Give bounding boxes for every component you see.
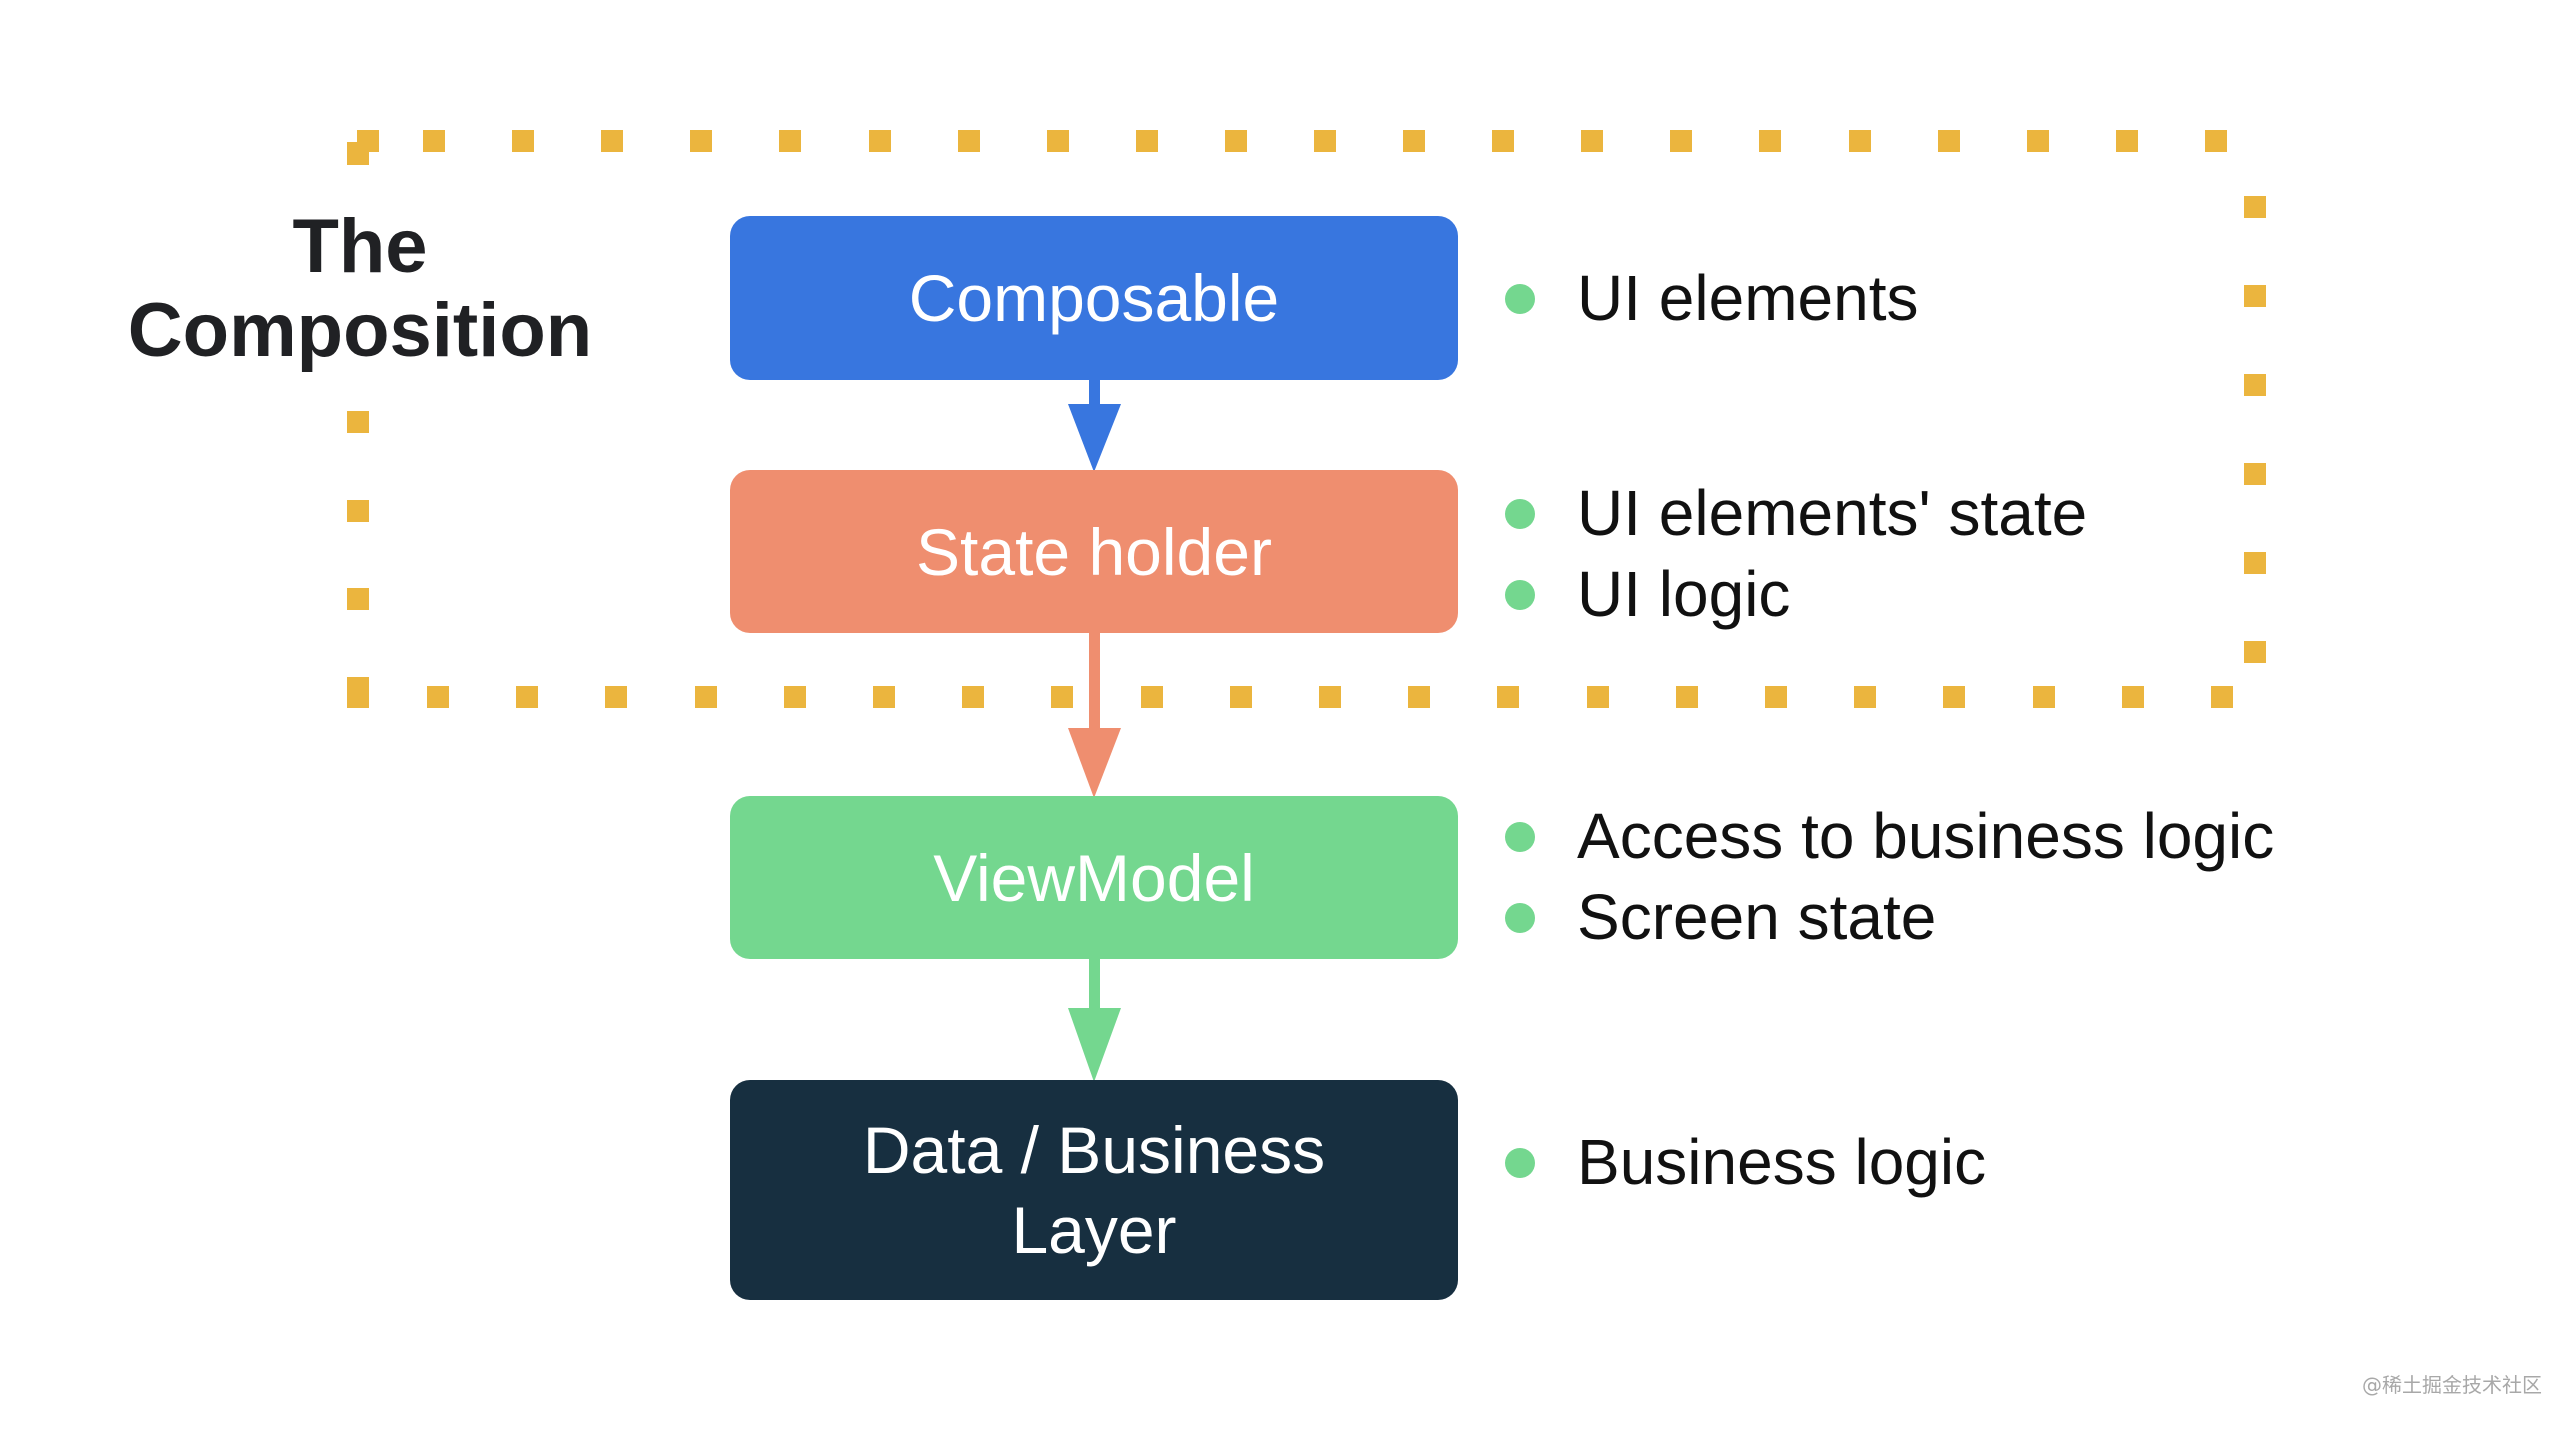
border-dot — [1225, 130, 1247, 152]
border-dot — [2244, 463, 2266, 485]
border-dot — [512, 130, 534, 152]
bullet-text: UI logic — [1577, 558, 1791, 630]
bullet-item: UI elements' state — [1505, 473, 2087, 554]
viewmodel-bullets: Access to business logic Screen state — [1505, 796, 2274, 958]
border-dot — [1136, 130, 1158, 152]
arrow-composable-to-state-holder — [1068, 378, 1121, 472]
border-dot — [2116, 130, 2138, 152]
border-dot — [695, 686, 717, 708]
border-dot — [2205, 130, 2227, 152]
bullet-text: Business logic — [1577, 1126, 1987, 1198]
bullet-text: UI elements — [1577, 262, 1919, 334]
bullet-dot-icon — [1505, 498, 1535, 529]
arrow-head — [1068, 728, 1121, 798]
bullet-dot-icon — [1505, 821, 1535, 852]
bullet-text: Screen state — [1577, 881, 1937, 953]
border-dot — [958, 130, 980, 152]
border-dot — [2244, 641, 2266, 663]
bullet-dot-icon — [1505, 902, 1535, 933]
border-dot — [347, 588, 369, 610]
border-dot — [779, 130, 801, 152]
border-dot — [1587, 686, 1609, 708]
border-dot — [423, 130, 445, 152]
border-dot — [1230, 686, 1252, 708]
arrow-head — [1068, 404, 1121, 472]
bullet-text: UI elements' state — [1577, 477, 2088, 549]
bullet-item: Screen state — [1505, 877, 2274, 958]
border-dot — [1497, 686, 1519, 708]
border-dot — [1943, 686, 1965, 708]
border-dot — [1676, 686, 1698, 708]
border-dot — [427, 686, 449, 708]
bullet-item: UI logic — [1505, 554, 2087, 635]
data-business-layer-label-line-2: Layer — [1011, 1193, 1177, 1267]
bullet-item: Access to business logic — [1505, 796, 2274, 877]
state-holder-label: State holder — [916, 514, 1272, 589]
border-dot — [1670, 130, 1692, 152]
border-dot — [1319, 686, 1341, 708]
border-dot — [1314, 130, 1336, 152]
border-dot — [1051, 686, 1073, 708]
arrow-shaft — [1089, 957, 1100, 1011]
data-business-layer-label-line-1: Data / Business — [862, 1113, 1326, 1187]
bullet-item: Business logic — [1505, 1122, 1986, 1203]
composition-label: The Composition — [100, 205, 620, 373]
border-dot — [869, 130, 891, 152]
border-dot — [2244, 374, 2266, 396]
arrow-shaft — [1089, 631, 1100, 731]
border-dot — [690, 130, 712, 152]
bullet-dot-icon — [1505, 1147, 1535, 1178]
border-dot — [784, 686, 806, 708]
state-holder-box: State holder — [730, 470, 1458, 633]
border-dot — [601, 130, 623, 152]
border-dot — [347, 677, 369, 708]
border-dot — [357, 130, 379, 152]
border-dot — [1047, 130, 1069, 152]
bullet-text: Access to business logic — [1577, 800, 2275, 872]
border-dot — [2027, 130, 2049, 152]
border-dot — [347, 500, 369, 522]
arrow-shaft — [1089, 378, 1100, 406]
border-dot — [1492, 130, 1514, 152]
border-dot — [1938, 130, 1960, 152]
diagram-canvas: The Composition Composable State holder … — [0, 0, 2550, 1440]
border-dot — [605, 686, 627, 708]
composable-bullets: UI elements — [1505, 258, 1918, 339]
data-layer-bullets: Business logic — [1505, 1122, 1986, 1203]
border-dot — [1403, 130, 1425, 152]
composition-label-line-2: Composition — [127, 288, 593, 373]
watermark: @稀土掘金技术社区 — [2362, 1373, 2542, 1397]
border-dot — [516, 686, 538, 708]
composable-box: Composable — [730, 216, 1458, 380]
composition-label-line-1: The — [292, 204, 428, 289]
viewmodel-box: ViewModel — [730, 796, 1458, 959]
border-dot — [1759, 130, 1781, 152]
border-dot — [1849, 130, 1871, 152]
border-dot — [1854, 686, 1876, 708]
border-dot — [1408, 686, 1430, 708]
viewmodel-label: ViewModel — [933, 840, 1255, 915]
arrow-head — [1068, 1008, 1121, 1082]
border-dot — [1581, 130, 1603, 152]
border-dot — [1765, 686, 1787, 708]
bullet-dot-icon — [1505, 283, 1535, 314]
border-dot — [2244, 196, 2266, 218]
border-dot — [962, 686, 984, 708]
bullet-dot-icon — [1505, 579, 1535, 610]
border-dot — [2033, 686, 2055, 708]
state-holder-bullets: UI elements' state UI logic — [1505, 473, 2087, 635]
border-dot — [2244, 285, 2266, 307]
border-dot — [1141, 686, 1163, 708]
border-dot — [2244, 552, 2266, 574]
border-dot — [347, 411, 369, 433]
border-dot — [873, 686, 895, 708]
arrow-state-holder-to-viewmodel — [1068, 631, 1121, 798]
arrow-viewmodel-to-data-layer — [1068, 957, 1121, 1082]
data-business-layer-box: Data / Business Layer — [730, 1080, 1458, 1300]
composable-label: Composable — [908, 261, 1280, 335]
border-dot — [2122, 686, 2144, 708]
bullet-item: UI elements — [1505, 258, 1918, 339]
border-dot — [2211, 686, 2233, 708]
